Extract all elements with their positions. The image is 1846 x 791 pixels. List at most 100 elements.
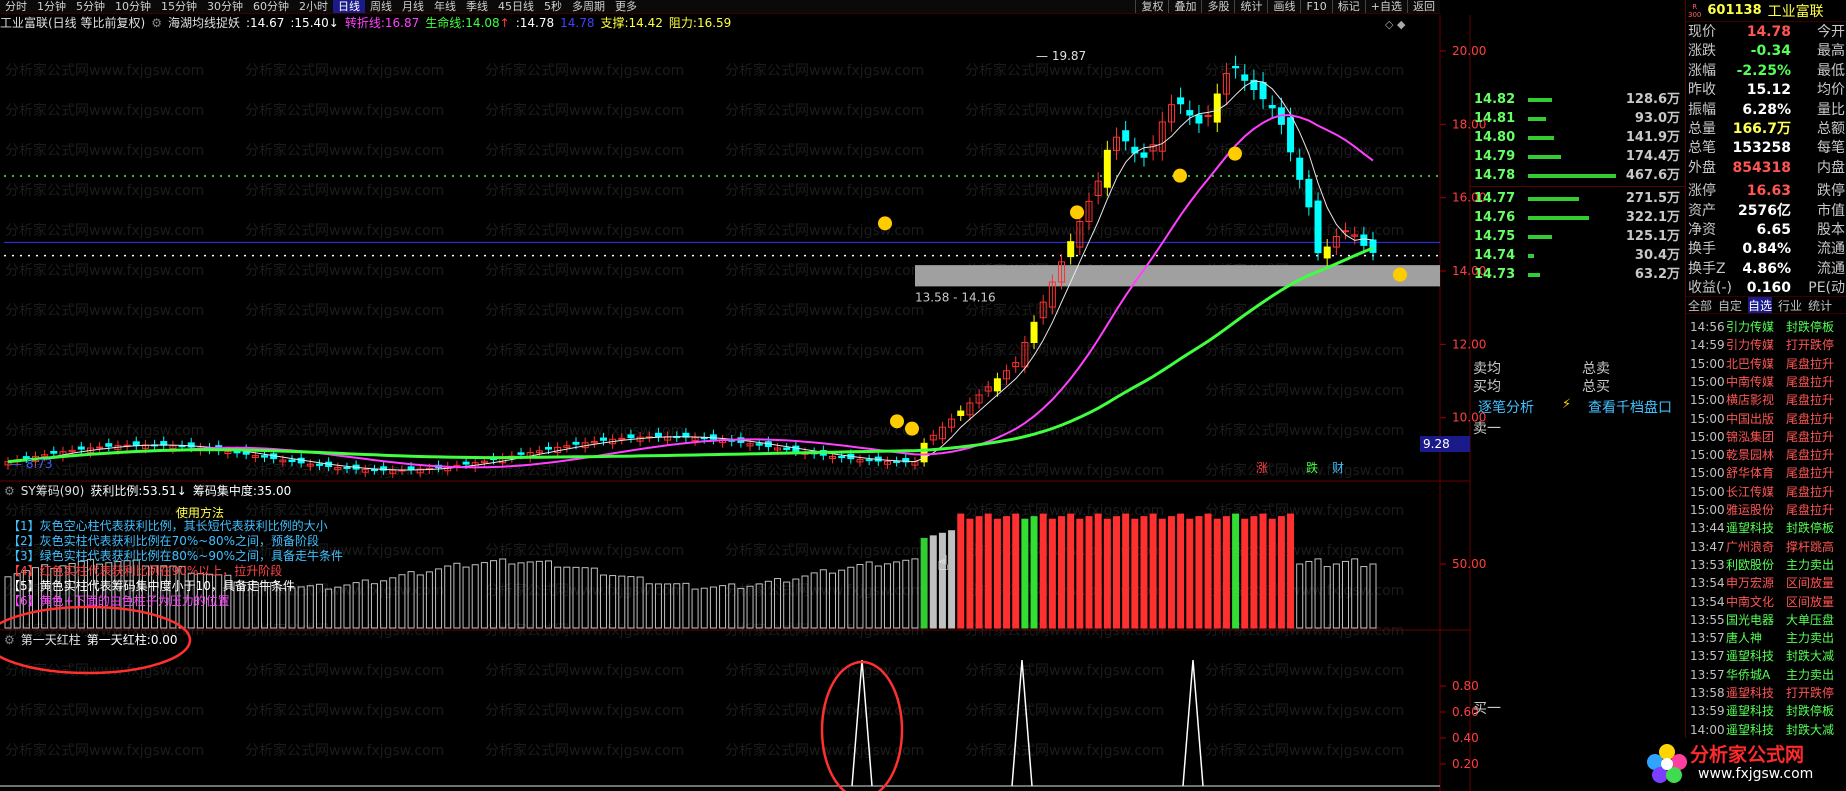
- tick-name: 锦泓集团: [1726, 429, 1775, 444]
- alert-tick-row[interactable]: 15:00 锦泓集团 尾盘拉升: [1690, 428, 1846, 446]
- level-price: 14.73: [1474, 267, 1516, 282]
- alert-tick-row[interactable]: 15:00 北巴传媒 尾盘拉升: [1690, 355, 1846, 373]
- chip-gear-icon[interactable]: ⚙: [4, 484, 15, 498]
- alert-tick-row[interactable]: 13:54 申万宏源 区间放量: [1690, 574, 1846, 592]
- alert-tick-row[interactable]: 13:59 遥望科技 封跌停板: [1690, 702, 1846, 720]
- watchlist-tab[interactable]: 自定: [1718, 297, 1742, 313]
- alert-tick-row[interactable]: 13:54 中南文化 区间放量: [1690, 593, 1846, 611]
- bid-level-row[interactable]: 14.76 322.1万: [1470, 209, 1680, 227]
- alert-tick-row[interactable]: 13:57 遥望科技 封跌大减: [1690, 647, 1846, 665]
- level-volume-bar: [1528, 235, 1552, 239]
- candle-body: [1186, 110, 1194, 116]
- kline-chart[interactable]: 20.0018.0016.0014.0012.0010.009.2813.58 …: [0, 0, 1685, 791]
- alert-tick-row[interactable]: 13:57 唐人神 主力卖出: [1690, 629, 1846, 647]
- chip-bar: [902, 559, 910, 629]
- tick-time: 15:00: [1690, 448, 1725, 463]
- quote-value: 0.160: [1746, 280, 1791, 297]
- level-volume: 467.6万: [1625, 168, 1680, 183]
- tick-time: 15:00: [1690, 503, 1725, 517]
- candle-body: [1030, 321, 1038, 344]
- stock-code[interactable]: 601138: [1707, 3, 1761, 18]
- chip-bar: [883, 563, 891, 629]
- chip-bar: [1039, 513, 1047, 629]
- chip-bar: [572, 566, 580, 629]
- tick-time: 13:57: [1690, 631, 1725, 646]
- indicator-name[interactable]: 海湖均线捉妖: [168, 15, 240, 31]
- alert-tick-row[interactable]: 13:47 广州浪奇 撑杆跳高: [1690, 538, 1846, 556]
- bid-level-row[interactable]: 14.75 125.1万: [1470, 228, 1680, 246]
- tick-analysis-button[interactable]: 逐笔分析: [1478, 397, 1534, 417]
- first-indicator-name[interactable]: 第一天红柱: [21, 633, 81, 647]
- alert-tick-row[interactable]: 15:00 舒华体育 尾盘拉升: [1690, 464, 1846, 482]
- alert-tick-row[interactable]: 13:58 遥望科技 打开跌停: [1690, 684, 1846, 702]
- tick-time: 13:59: [1690, 704, 1725, 719]
- tick-name: 遥望科技: [1726, 722, 1775, 737]
- bid-level-row[interactable]: 14.73 63.2万: [1470, 266, 1680, 284]
- quote-label-right: 流通: [1817, 241, 1845, 258]
- quote-label: 现价: [1688, 24, 1716, 40]
- quote-label-right: 量比: [1817, 101, 1845, 118]
- quote-value: 0.84%: [1742, 241, 1791, 258]
- quote-value: 2576亿: [1738, 202, 1791, 219]
- ask-level-row[interactable]: 14.78 467.6万: [1470, 167, 1680, 185]
- alert-tick-row[interactable]: 13:53 利欧股份 主力卖出: [1690, 556, 1846, 574]
- chip-bar: [1186, 518, 1194, 629]
- tick-name: 中南传媒: [1726, 374, 1775, 389]
- chip-bar: [581, 567, 589, 629]
- chip-bar: [993, 518, 1001, 629]
- ask-level-row[interactable]: 14.82 128.6万: [1470, 91, 1680, 109]
- alert-tick-row[interactable]: 14:56 引力传媒 封跌停板: [1690, 318, 1846, 336]
- indicator-gear-icon[interactable]: ⚙: [151, 15, 162, 31]
- chip-bar: [691, 588, 699, 629]
- first-gear-icon[interactable]: ⚙: [4, 633, 15, 647]
- alert-tick-row[interactable]: 15:00 中南传媒 尾盘拉升: [1690, 373, 1846, 391]
- alert-tick-row[interactable]: 15:00 中国出版 尾盘拉升: [1690, 410, 1846, 428]
- event-marker-die: 跌: [1306, 460, 1318, 475]
- stock-name[interactable]: 工业富联: [1768, 1, 1824, 21]
- stock-title[interactable]: 工业富联(日线 等比前复权): [0, 15, 145, 31]
- smiley-icon: [890, 414, 904, 429]
- chip-bar: [535, 560, 543, 629]
- candle-body: [1177, 97, 1185, 105]
- watchlist-tab[interactable]: 自选: [1748, 297, 1773, 313]
- chip-bar: [874, 565, 882, 629]
- level-volume-bar: [1528, 254, 1535, 258]
- watchlist-tab[interactable]: 行业: [1778, 297, 1802, 313]
- alert-tick-row[interactable]: 15:00 乾景园林 尾盘拉升: [1690, 446, 1846, 464]
- chip-bar: [1287, 513, 1295, 629]
- ask-level-row[interactable]: 14.81 93.0万: [1470, 110, 1680, 128]
- support-value: 支撑:14.42: [600, 16, 663, 30]
- candle-body: [1213, 93, 1221, 123]
- candle-body: [105, 443, 113, 447]
- alert-tick-row[interactable]: 13:57 华侨城A 主力卖出: [1690, 666, 1846, 684]
- candle-body: [1195, 114, 1203, 124]
- quote-label: 净资: [1688, 222, 1716, 238]
- chip-bar: [480, 562, 488, 629]
- alert-tick-row[interactable]: 14:00 遥望科技 封跌大减: [1690, 721, 1846, 739]
- tick-name: 唐人神: [1726, 631, 1763, 646]
- level-volume-bar: [1528, 155, 1561, 159]
- alert-tick-row[interactable]: 14:59 引力传媒 打开跌停: [1690, 336, 1846, 354]
- quote-row: 现价 14.78 今开: [1686, 23, 1846, 41]
- chip-indicator-name[interactable]: SY筹码(90): [21, 484, 85, 498]
- chip-bar: [490, 560, 498, 629]
- alert-tick-row[interactable]: 13:44 遥望科技 封跌停板: [1690, 519, 1846, 537]
- tick-time: 15:00: [1690, 411, 1725, 426]
- watchlist-tab[interactable]: 统计: [1808, 297, 1832, 313]
- alert-tick-row[interactable]: 15:00 横店影视 尾盘拉升: [1690, 391, 1846, 409]
- watchlist-tab[interactable]: 全部: [1688, 297, 1712, 313]
- ask-level-row[interactable]: 14.79 174.4万: [1470, 148, 1680, 166]
- level-volume: 141.9万: [1625, 130, 1680, 145]
- chart-window-controls[interactable]: ◇ ◆: [1385, 18, 1405, 31]
- level-price: 14.82: [1474, 92, 1516, 107]
- alert-tick-row[interactable]: 15:00 雅运股份 尾盘拉升: [1690, 501, 1846, 519]
- bid-level-row[interactable]: 14.74 30.4万: [1470, 247, 1680, 265]
- alert-tick-row[interactable]: 13:55 国光电器 大单压盘: [1690, 611, 1846, 629]
- quote-row: 振幅 6.28% 量比: [1686, 101, 1846, 119]
- quote-value: -2.25%: [1736, 62, 1791, 79]
- alert-tick-row[interactable]: 15:00 长江传媒 尾盘拉升: [1690, 483, 1846, 501]
- chip-bar: [654, 583, 662, 629]
- bid-level-row[interactable]: 14.77 271.5万: [1470, 190, 1680, 208]
- ask-level-row[interactable]: 14.80 141.9万: [1470, 129, 1680, 147]
- view-tenlevel-button[interactable]: 查看千档盘口: [1588, 397, 1672, 417]
